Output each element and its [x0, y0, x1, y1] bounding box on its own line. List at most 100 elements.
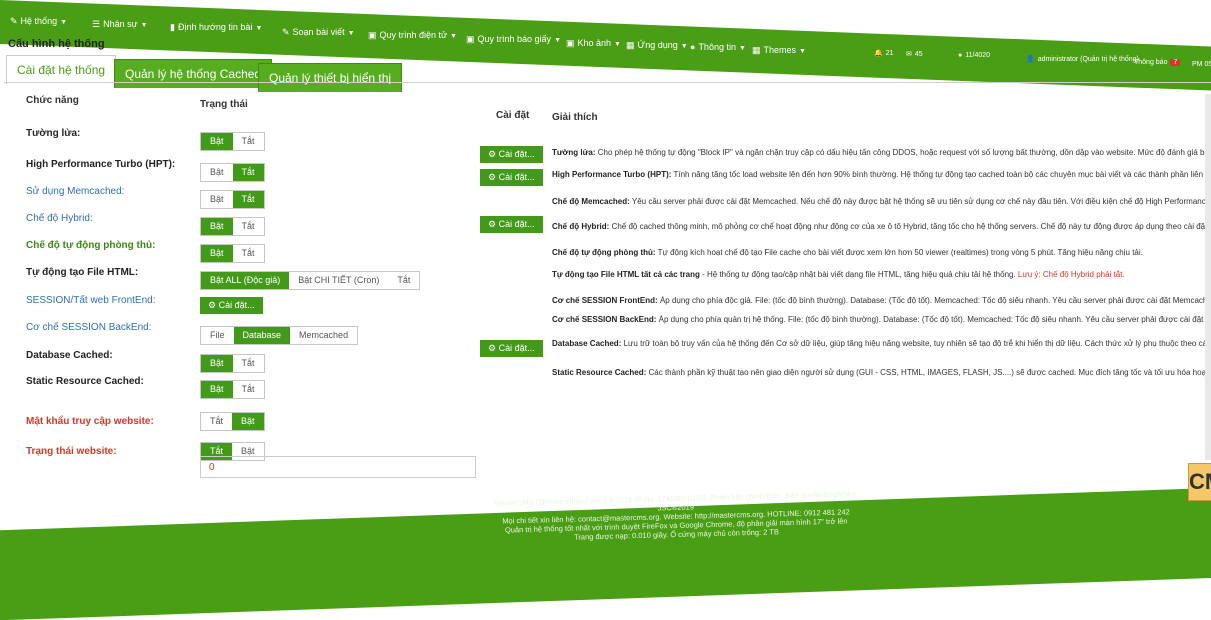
nav-item-label: Soạn bài viết — [293, 27, 345, 37]
toggle-option[interactable]: File — [201, 327, 234, 344]
description-title: Cơ chế SESSION BackEnd: — [552, 315, 656, 324]
toggle-option[interactable]: Database — [234, 327, 291, 344]
notice-label-text: Thông báo — [1134, 59, 1167, 66]
toggle-group: BậtTắt — [200, 354, 265, 373]
description-text: Lưu trữ toàn bộ truy vấn của hệ thống đế… — [624, 339, 1211, 348]
description-warning: Lưu ý: Chế độ Hybrid phải tắt. — [1018, 270, 1125, 279]
toggle-option[interactable]: Tắt — [201, 413, 232, 430]
nav-item-8[interactable]: ●Thông tin▼ — [690, 42, 746, 52]
toggle-option[interactable]: Tắt — [233, 218, 264, 235]
setting-label: Chế độ Hybrid: — [26, 213, 93, 224]
nav-item-1[interactable]: ☰Nhân sự▼ — [92, 19, 148, 30]
count-3-text: 11/4020 — [965, 52, 990, 59]
setting-description: Cơ chế SESSION FrontEnd: Áp dụng cho phí… — [552, 296, 1211, 305]
setting-label: Tường lửa: — [26, 128, 80, 139]
gear-icon: ⚙ — [488, 149, 499, 159]
tab-display-devices[interactable]: Quản lý thiết bị hiển thị — [258, 63, 402, 92]
scrollbar[interactable] — [1205, 94, 1211, 460]
notice-badge: 7 — [1170, 59, 1180, 66]
setting-description: High Performance Turbo (HPT): Tính năng … — [552, 170, 1211, 179]
description-title: Static Resource Cached: — [552, 368, 646, 377]
settings-button[interactable]: ⚙ Cài đặt... — [480, 216, 543, 233]
nav-item-label: Quy trình điện tử — [380, 30, 448, 40]
setting-label: Tự động tạo File HTML: — [26, 267, 138, 278]
grid-icon: ▦ — [626, 40, 635, 51]
nav-item-6[interactable]: ▣Kho ảnh▼ — [566, 38, 621, 49]
toggle-option[interactable]: Bật CHI TIẾT (Cron) — [289, 272, 388, 289]
nav-item-3[interactable]: ✎Soạn bài viết▼ — [282, 27, 355, 38]
header-status: Trạng thái — [200, 99, 248, 110]
toggle-option[interactable]: Tắt — [233, 133, 264, 150]
setting-description: Tường lửa: Cho phép hệ thống tự động "Bl… — [552, 148, 1211, 157]
settings-button[interactable]: ⚙ Cài đặt... — [480, 169, 543, 186]
chevron-down-icon: ▼ — [141, 22, 148, 29]
description-title: Tường lửa: — [552, 148, 596, 157]
notice-label[interactable]: Thông báo7 — [1134, 59, 1180, 66]
toggle-option[interactable]: Tắt — [388, 272, 419, 289]
count-3[interactable]: ●11/4020 — [958, 52, 990, 59]
nav-item-2[interactable]: ▮Định hướng tin bài▼ — [170, 22, 262, 33]
image-icon: ▣ — [566, 38, 575, 49]
toggle-option[interactable]: Tắt — [233, 381, 264, 398]
header-function: Chức năng — [26, 95, 79, 106]
toggle-option[interactable]: Bật — [201, 245, 233, 262]
nav-item-7[interactable]: ▦Ứng dụng▼ — [626, 40, 688, 51]
count-2[interactable]: ✉45 — [906, 50, 923, 58]
chevron-down-icon: ▼ — [255, 25, 262, 32]
nav-item-9[interactable]: ▦Themes▼ — [752, 45, 806, 56]
description-text: Cho phép hệ thống tự động "Block IP" và … — [598, 148, 1211, 157]
setting-label: High Performance Turbo (HPT): — [26, 159, 175, 170]
user-menu-icon: 👤 — [1026, 55, 1035, 63]
settings-button-label: Cài đặt... — [499, 172, 535, 182]
description-title: High Performance Turbo (HPT): — [552, 170, 671, 179]
website-status-input[interactable]: 0 — [200, 456, 476, 478]
description-title: Database Cached: — [552, 339, 621, 348]
toggle-option[interactable]: Bật — [201, 381, 233, 398]
description-text: Áp dụng cho phía độc giả. File: (tốc độ … — [660, 296, 1211, 305]
settings-button[interactable]: ⚙ Cài đặt... — [200, 297, 263, 314]
paper-icon: ▣ — [466, 34, 475, 45]
chevron-down-icon: ▼ — [614, 41, 621, 48]
user-menu-text: administrator (Quản trị hệ thống) — [1038, 56, 1139, 63]
description-title: Chế độ Hybrid: — [552, 222, 609, 231]
pencil-icon: ✎ — [282, 27, 290, 38]
toggle-option[interactable]: Tắt — [233, 245, 264, 262]
setting-label: Static Resource Cached: — [26, 376, 144, 387]
description-text: - Hệ thống tự động tạo/cập nhật bài viết… — [702, 270, 1016, 279]
toggle-option[interactable]: Bật — [201, 191, 233, 208]
count-1-text: 21 — [886, 50, 894, 57]
toggle-group: BậtTắt — [200, 190, 265, 209]
toggle-option[interactable]: Tắt — [233, 191, 264, 208]
toggle-option[interactable]: Tắt — [233, 355, 264, 372]
nav-item-5[interactable]: ▣Quy trình báo giấy▼ — [466, 34, 561, 45]
toggle-group: FileDatabaseMemcached — [200, 326, 358, 345]
nav-item-0[interactable]: ✎Hệ thống▼ — [10, 16, 67, 27]
gear-icon: ⚙ — [488, 172, 499, 182]
nav-item-label: Themes — [764, 45, 797, 55]
user-menu[interactable]: 👤administrator (Quản trị hệ thống) — [1026, 55, 1139, 63]
toggle-option[interactable]: Bật — [201, 164, 233, 181]
clock[interactable]: PM 05 — [1192, 61, 1211, 68]
settings-button-label: Cài đặt... — [219, 300, 255, 310]
toggle-option[interactable]: Bật ALL (Độc giả) — [201, 272, 289, 289]
settings-button-label: Cài đặt... — [499, 343, 535, 353]
nav-item-4[interactable]: ▣Quy trình điện tử▼ — [368, 30, 457, 41]
toggle-option[interactable]: Memcached — [290, 327, 357, 344]
tab-system-settings[interactable]: Cài đặt hệ thống — [6, 55, 116, 84]
toggle-group: BậtTắt — [200, 244, 265, 263]
tab-cached-management[interactable]: Quản lý hệ thống Cached — [114, 59, 272, 88]
security-label: Mật khẩu truy cập website: — [26, 416, 154, 427]
toggle-option[interactable]: Tắt — [233, 164, 264, 181]
tab-content-divider — [4, 82, 1211, 83]
toggle-option[interactable]: Bật — [232, 413, 264, 430]
chevron-down-icon: ▼ — [60, 19, 67, 26]
description-title: Chế độ tự động phòng thủ: — [552, 248, 656, 257]
header-setting: Cài đặt — [496, 110, 529, 121]
count-2-text: 45 — [915, 51, 923, 58]
count-1[interactable]: 🔔21 — [874, 49, 894, 57]
toggle-option[interactable]: Bật — [201, 133, 233, 150]
settings-button[interactable]: ⚙ Cài đặt... — [480, 340, 543, 357]
settings-button[interactable]: ⚙ Cài đặt... — [480, 146, 543, 163]
toggle-option[interactable]: Bật — [201, 355, 233, 372]
toggle-option[interactable]: Bật — [201, 218, 233, 235]
